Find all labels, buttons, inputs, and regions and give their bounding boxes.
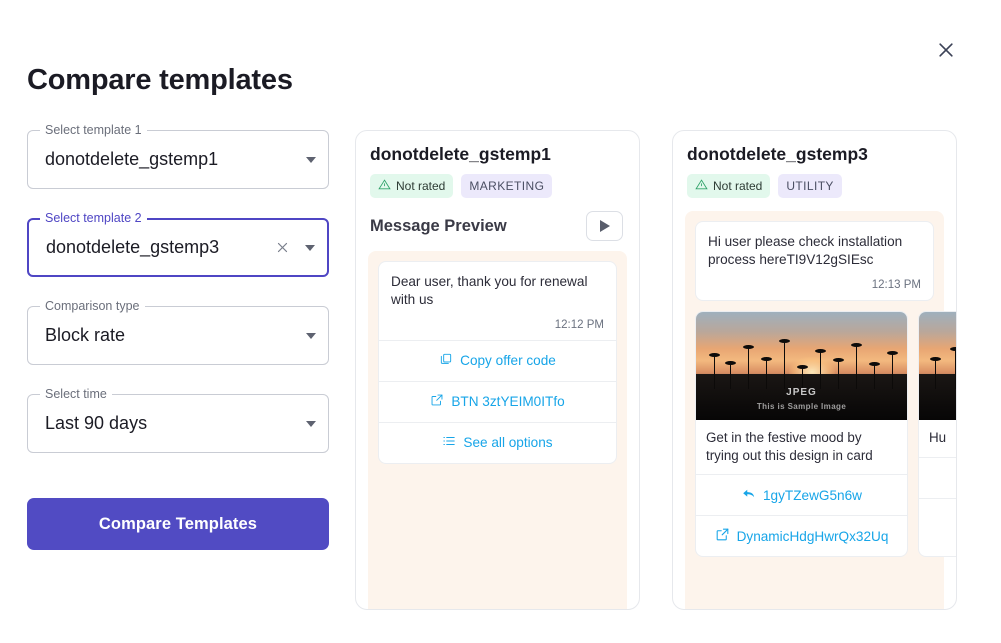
status-badge-rating: Not rated [687, 174, 771, 198]
carousel-action-reply[interactable] [919, 456, 956, 498]
action-label: 1gyTZewG5n6w [763, 487, 862, 503]
status-badge-category: UTILITY [778, 174, 842, 198]
action-label: DynamicHdgHwrQx32Uq [736, 528, 889, 544]
template-1-name: donotdelete_gstemp1 [370, 144, 551, 164]
external-link-icon [715, 527, 730, 545]
select-template-2-field[interactable]: donotdelete_gstemp3 Select template 2 [27, 210, 329, 277]
close-icon [936, 40, 956, 63]
carousel-action-dynamic-url[interactable] [919, 497, 956, 539]
warning-triangle-icon [378, 178, 391, 194]
image-watermark-caption: This is Sample Image [919, 402, 956, 411]
warning-triangle-icon [695, 178, 708, 194]
comparison-form: donotdelete_gstemp1 Select template 1 do… [27, 122, 329, 550]
template-2-badges: Not rated UTILITY [687, 174, 944, 198]
chevron-down-icon[interactable] [306, 332, 316, 339]
carousel-image: JPEG This is Sample Image [696, 311, 907, 420]
template-2-name: donotdelete_gstemp3 [687, 144, 868, 164]
compare-templates-dialog: Compare templates donotdelete_gstemp1 Se… [0, 0, 1001, 643]
template-1-badges: Not rated MARKETING [370, 174, 627, 198]
select-template-2-value: donotdelete_gstemp3 [46, 237, 220, 257]
image-watermark-caption: This is Sample Image [756, 401, 847, 411]
message-text: Dear user, thank you for renewal with us [391, 274, 588, 308]
carousel-caption: Get in the festive mood by trying out th… [706, 429, 873, 463]
chevron-down-icon[interactable] [306, 420, 316, 427]
message-bubble: Dear user, thank you for renewal with us… [378, 261, 617, 464]
select-time-field[interactable]: Last 90 days Select time [27, 386, 329, 453]
message-preview-label: Message Preview [370, 216, 507, 235]
message-action-btn-link[interactable]: BTN 3ztYEIM0ITfo [379, 380, 616, 422]
image-watermark-format: JPEG [786, 386, 817, 398]
message-preview-header: Message Preview [368, 211, 627, 251]
list-icon [442, 434, 456, 451]
action-label: BTN 3ztYEIM0ITfo [451, 394, 565, 410]
action-label: Copy offer code [460, 353, 556, 369]
comparison-type-label: Comparison type [40, 298, 145, 314]
action-label: See all options [463, 435, 553, 451]
comparison-type-field[interactable]: Block rate Comparison type [27, 298, 329, 365]
status-badge-category: MARKETING [461, 174, 553, 198]
select-template-1-value: donotdelete_gstemp1 [45, 149, 219, 169]
carousel-card: JPEG This is Sample Image Get in the fes… [695, 310, 908, 558]
carousel-action-dynamic-url[interactable]: DynamicHdgHwrQx32Uq [696, 515, 907, 556]
carousel[interactable]: JPEG This is Sample Image Get in the fes… [695, 310, 956, 558]
template-card-1: donotdelete_gstemp1 Not rated MARKETING … [355, 130, 640, 610]
clear-icon[interactable] [273, 239, 291, 257]
template-2-chat-area: Hi user please check installation proces… [685, 211, 956, 609]
select-template-1-field[interactable]: donotdelete_gstemp1 Select template 1 [27, 122, 329, 189]
copy-icon [439, 352, 453, 369]
carousel-image: JPEG This is Sample Image [919, 311, 956, 420]
select-template-2-label: Select template 2 [40, 210, 147, 226]
play-preview-button[interactable] [586, 211, 623, 241]
message-action-see-all-options[interactable]: See all options [379, 421, 616, 463]
message-timestamp: 12:12 PM [554, 318, 604, 331]
comparison-type-value: Block rate [45, 325, 126, 345]
carousel-caption: Hu [929, 429, 947, 445]
template-1-chat-area: Dear user, thank you for renewal with us… [368, 251, 627, 609]
image-watermark-format: JPEG [919, 387, 956, 398]
message-bubble: Hi user please check installation proces… [695, 221, 934, 301]
select-template-1-label: Select template 1 [40, 122, 147, 138]
rating-badge-label: Not rated [713, 179, 763, 193]
message-text: Hi user please check installation proces… [708, 234, 903, 268]
message-action-copy-offer-code[interactable]: Copy offer code [379, 339, 616, 381]
select-time-label: Select time [40, 386, 112, 402]
compare-templates-button[interactable]: Compare Templates [27, 498, 329, 550]
template-card-2: donotdelete_gstemp3 Not rated UTILITY Hi… [672, 130, 957, 610]
page-title: Compare templates [27, 64, 293, 96]
reply-icon [741, 486, 756, 504]
chevron-down-icon[interactable] [305, 244, 315, 251]
chevron-down-icon[interactable] [306, 156, 316, 163]
status-badge-rating: Not rated [370, 174, 454, 198]
template-comparison-cards: donotdelete_gstemp1 Not rated MARKETING … [355, 130, 957, 610]
carousel-action-reply[interactable]: 1gyTZewG5n6w [696, 474, 907, 515]
external-link-icon [430, 393, 444, 410]
rating-badge-label: Not rated [396, 179, 446, 193]
message-timestamp: 12:13 PM [871, 278, 921, 291]
close-button[interactable] [931, 36, 961, 66]
carousel-card: JPEG This is Sample Image Hu [918, 310, 956, 558]
select-time-value: Last 90 days [45, 413, 148, 433]
play-icon [599, 220, 610, 232]
